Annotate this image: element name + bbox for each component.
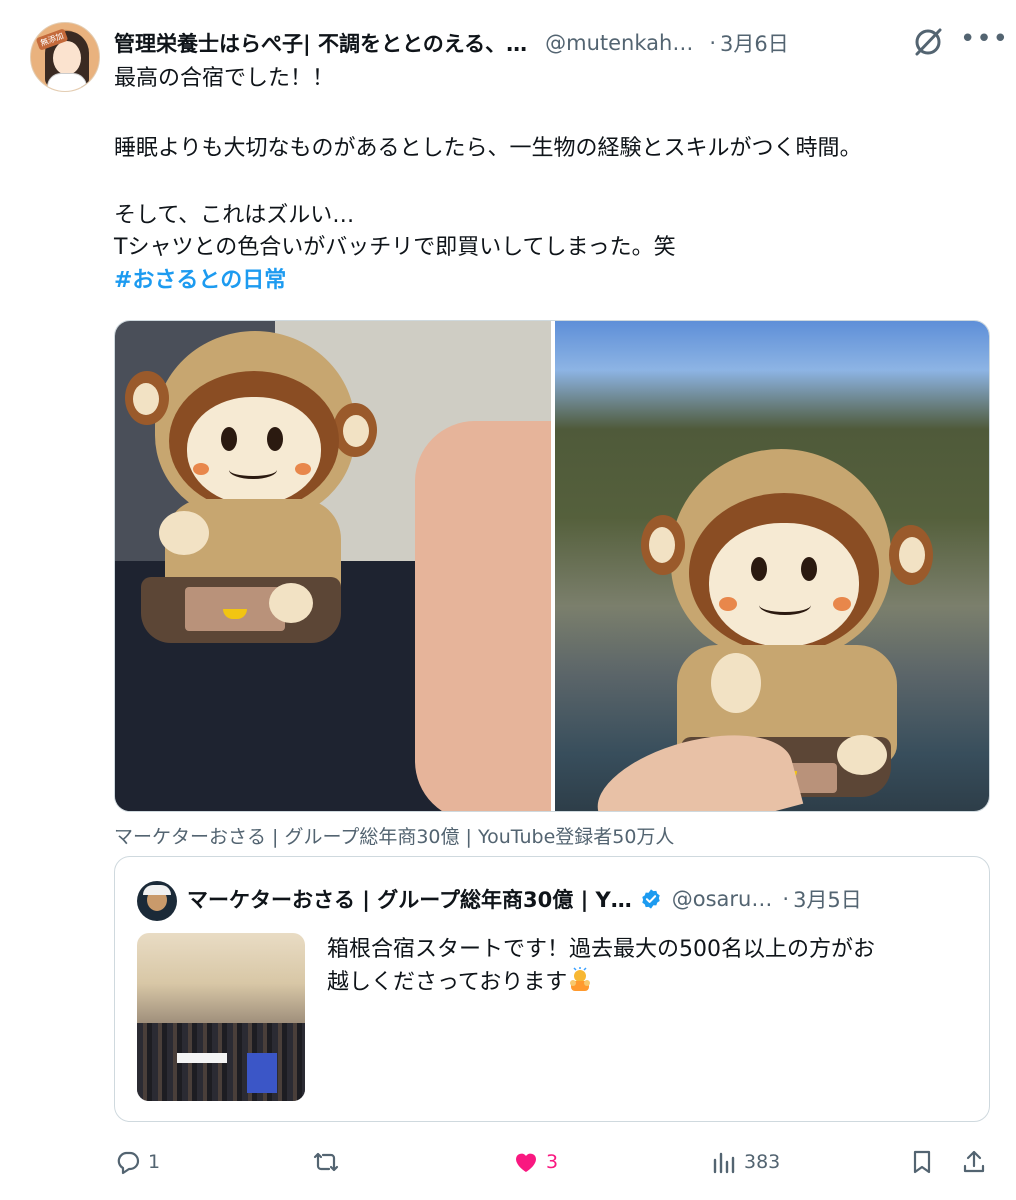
bookmark-button[interactable]: [908, 1142, 936, 1182]
quote-author-name[interactable]: マーケターおさる | グループ総年商30億 | Y…: [187, 884, 632, 914]
quote-text-line: 箱根合宿スタートです！過去最大の500名以上の方がお: [327, 937, 875, 962]
photo-left[interactable]: [115, 321, 551, 811]
quote-text-line: 越しくださっております: [327, 970, 568, 995]
quote-date[interactable]: 3月5日: [793, 884, 862, 914]
avatar-face: [53, 41, 81, 75]
grok-icon[interactable]: [910, 24, 946, 60]
media-caption[interactable]: マーケターおさる | グループ総年商30億 | YouTube登録者50万人: [114, 822, 674, 849]
more-icon[interactable]: •••: [960, 26, 1008, 58]
tweet-text-line: 睡眠よりも大切なものがあるとしたら、一生物の経験とスキルがつく時間。: [114, 136, 862, 161]
bowing-person-emoji-icon: [567, 967, 593, 993]
views-count: 383: [744, 1151, 781, 1173]
verified-badge-icon: [640, 888, 662, 910]
quote-tweet[interactable]: マーケターおさる | グループ総年商30億 | Y… @osaru… · 3月5…: [114, 856, 990, 1122]
bookmark-icon: [913, 1150, 931, 1174]
photo-arm: [415, 421, 551, 811]
quote-author-handle[interactable]: @osaru…: [672, 887, 773, 911]
thumbnail-banner: [177, 1053, 227, 1063]
share-button[interactable]: [960, 1142, 988, 1182]
quote-avatar[interactable]: [137, 881, 177, 921]
author-avatar[interactable]: 無添加: [30, 22, 100, 92]
thumbnail-sign: [247, 1053, 277, 1093]
views-button[interactable]: 383: [710, 1142, 780, 1182]
author-handle[interactable]: @mutenkah…: [545, 31, 693, 55]
retweet-icon: [313, 1152, 339, 1172]
hashtag-link[interactable]: #おさるとの日常: [114, 266, 286, 296]
avatar-body: [47, 73, 87, 91]
heart-icon: [516, 1153, 536, 1172]
quote-avatar-cap: [143, 885, 171, 895]
reply-count: 1: [148, 1151, 161, 1173]
action-bar: 1 3 383: [114, 1142, 994, 1182]
media-grid: [114, 320, 990, 812]
retweet-button[interactable]: [312, 1142, 346, 1182]
tweet[interactable]: 無添加 管理栄養士はらぺ子| 不調をととのえる、… @mutenkah… · 3…: [0, 0, 1016, 1200]
tweet-text-line: そして、これはズルい…: [114, 203, 355, 228]
quote-text: 箱根合宿スタートです！過去最大の500名以上の方がお 越しくださっております: [327, 933, 977, 999]
tweet-date[interactable]: 3月6日: [720, 28, 789, 58]
monkey-plush: [125, 331, 405, 671]
quote-thumbnail[interactable]: [137, 933, 305, 1101]
tweet-text-line: 最高の合宿でした！！: [114, 66, 335, 91]
like-count: 3: [546, 1151, 559, 1173]
quote-header: マーケターおさる | グループ総年商30億 | Y… @osaru… · 3月5…: [187, 883, 977, 915]
tweet-header: 管理栄養士はらぺ子| 不調をととのえる、… @mutenkah… · 3月6日: [114, 26, 1004, 60]
author-name[interactable]: 管理栄養士はらぺ子| 不調をととのえる、…: [114, 28, 527, 58]
reply-button[interactable]: 1: [114, 1142, 160, 1182]
like-button[interactable]: 3: [512, 1142, 558, 1182]
separator-dot: ·: [709, 31, 717, 55]
tweet-text-line: Tシャツとの色合いがバッチリで即買いしてしまった。笑: [114, 235, 676, 260]
photo-right[interactable]: [555, 321, 989, 811]
share-icon: [963, 1150, 985, 1173]
separator-dot: ·: [782, 887, 790, 911]
reply-icon: [117, 1151, 140, 1175]
analytics-icon: [713, 1152, 735, 1174]
